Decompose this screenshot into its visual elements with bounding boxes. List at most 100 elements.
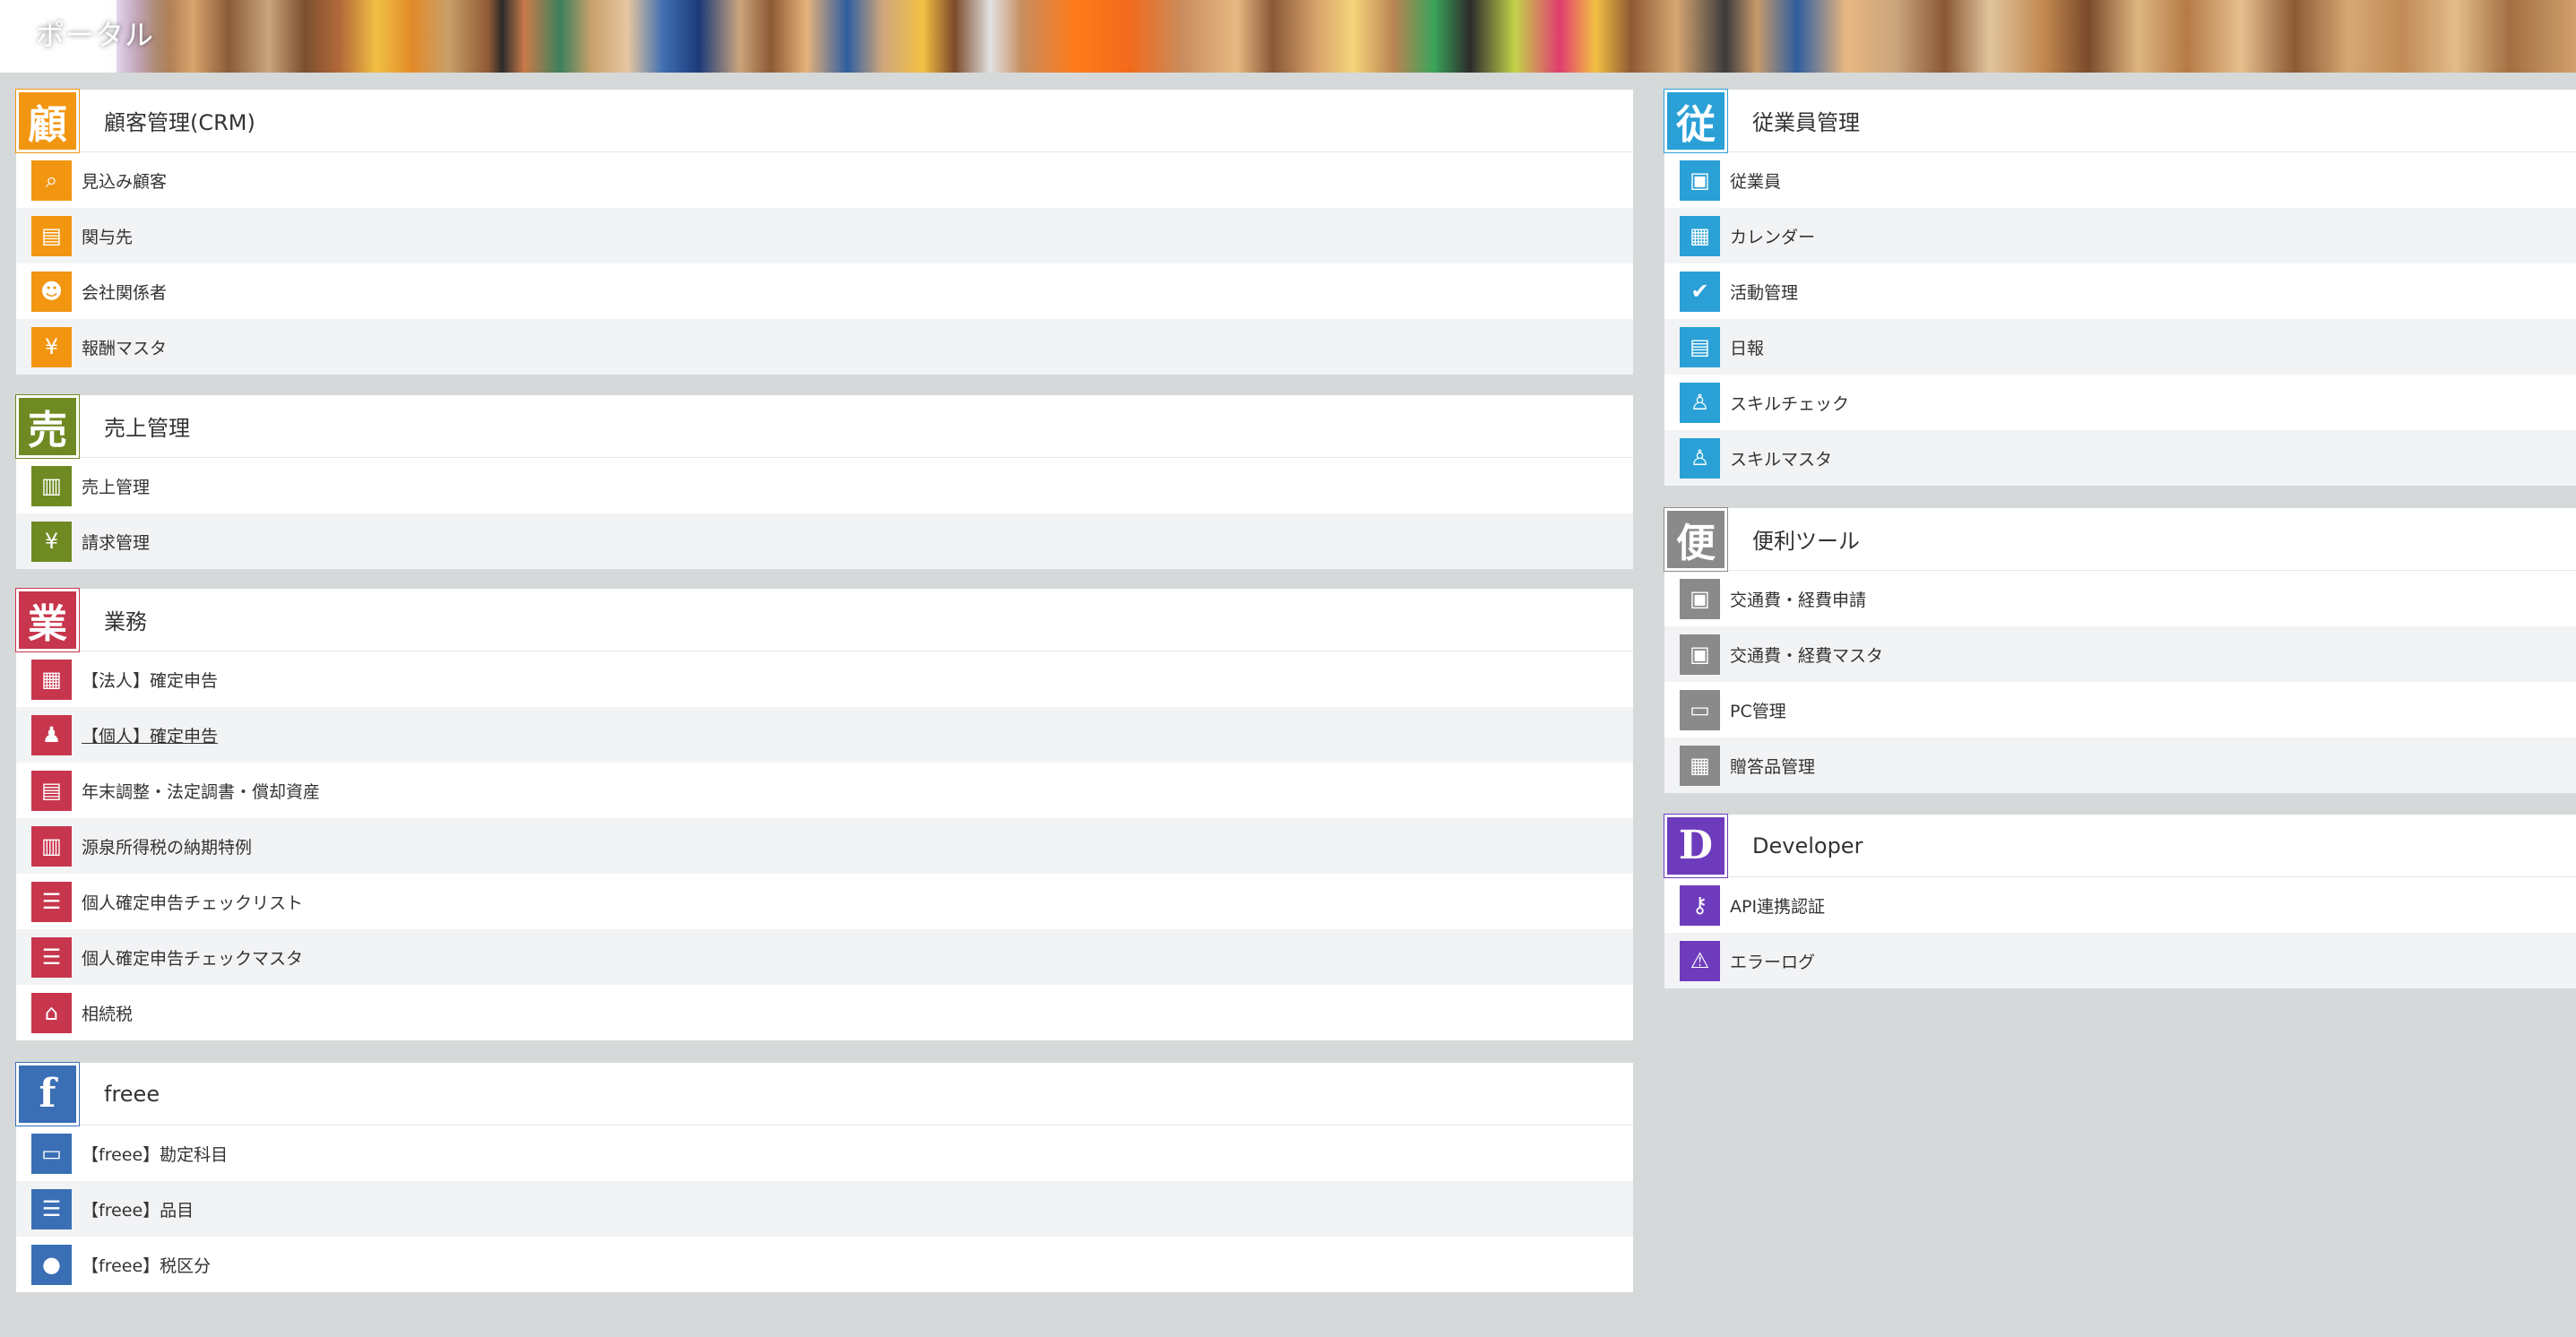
menu-item[interactable]: ▣ 従業員 xyxy=(1664,152,2576,208)
menu-item[interactable]: ▣ 交通費・経費申請 xyxy=(1664,571,2576,626)
panel-badge-icon: 従 xyxy=(1664,89,1727,152)
chart-icon: ▥ xyxy=(31,465,72,506)
menu-item[interactable]: ▤ 年末調整・法定調書・償却資産 xyxy=(16,763,1633,818)
train-master-icon: ▣ xyxy=(1680,634,1720,675)
panel-header: f freee xyxy=(16,1062,1633,1126)
menu-item[interactable]: ☰ 個人確定申告チェックマスタ xyxy=(16,929,1633,985)
menu-item-label[interactable]: 交通費・経費申請 xyxy=(1730,587,1866,611)
menu-item[interactable]: ⚠ エラーログ xyxy=(1664,933,2576,988)
menu-item[interactable]: ▤ 関与先 xyxy=(16,208,1633,263)
menu-item-label[interactable]: 相続税 xyxy=(82,1001,133,1025)
house-icon: ⌂ xyxy=(31,992,72,1033)
calendar-icon: ▦ xyxy=(1680,215,1720,256)
group-icon: ☻ xyxy=(31,271,72,312)
clipboard-stack-icon: ☰ xyxy=(31,936,72,978)
menu-item[interactable]: ▦ 【法人】確定申告 xyxy=(16,651,1633,707)
money-bag-icon: ¥ xyxy=(31,521,72,562)
reward-icon: ¥ xyxy=(31,326,72,367)
menu-item[interactable]: ¥ 請求管理 xyxy=(16,513,1633,569)
panel-right_panels-0: 従従業員管理 ▣ 従業員 ▦ カレンダー ✔ 活動管理 ▤ 日報 ♙ スキルチェック ♙ スキルマスタ xyxy=(1664,89,2576,486)
receipt-icon: ▥ xyxy=(31,825,72,867)
documents-icon: ▤ xyxy=(31,770,72,811)
panel-badge-icon: f xyxy=(16,1062,79,1126)
menu-item[interactable]: ● 【freee】税区分 xyxy=(16,1237,1633,1292)
menu-item[interactable]: ⌕ 見込み顧客 xyxy=(16,152,1633,208)
menu-item-label[interactable]: 年末調整・法定調書・償却資産 xyxy=(82,779,320,803)
menu-item[interactable]: ▦ カレンダー xyxy=(1664,208,2576,263)
panel-badge-icon: 業 xyxy=(16,588,79,651)
id-card-icon: ▣ xyxy=(1680,160,1720,201)
skill-check-icon: ♙ xyxy=(1680,382,1720,423)
panel-header: D Developer xyxy=(1664,814,2576,877)
menu-item[interactable]: ⚷ API連携認証 xyxy=(1664,877,2576,933)
menu-item-label[interactable]: エラーログ xyxy=(1730,949,1815,973)
panel-title: 従業員管理 xyxy=(1752,110,1860,135)
menu-item[interactable]: ✔ 活動管理 xyxy=(1664,263,2576,319)
menu-item-label[interactable]: スキルチェック xyxy=(1730,391,1849,415)
menu-item[interactable]: ▭ 【freee】勘定科目 xyxy=(16,1126,1633,1181)
menu-item[interactable]: ▤ 日報 xyxy=(1664,319,2576,375)
menu-item[interactable]: ☰ 個人確定申告チェックリスト xyxy=(16,874,1633,929)
menu-item-label[interactable]: 見込み顧客 xyxy=(82,168,167,193)
menu-item[interactable]: ☰ 【freee】品目 xyxy=(16,1181,1633,1237)
menu-item[interactable]: ▥ 源泉所得税の納期特例 xyxy=(16,818,1633,874)
menu-item-label[interactable]: 個人確定申告チェックマスタ xyxy=(82,945,303,970)
menu-item[interactable]: ▣ 交通費・経費マスタ xyxy=(1664,626,2576,682)
panel-title: 業務 xyxy=(104,609,147,634)
menu-item[interactable]: ☻ 会社関係者 xyxy=(16,263,1633,319)
personal-document-icon: ♟ xyxy=(31,714,72,755)
panel-right_panels-2: D Developer ⚷ API連携認証 ⚠ エラーログ xyxy=(1664,814,2576,988)
page-title: ポータル xyxy=(36,18,155,52)
menu-item-label[interactable]: 【freee】品目 xyxy=(82,1197,194,1221)
menu-item[interactable]: ⌂ 相続税 xyxy=(16,985,1633,1040)
panel-title: freee xyxy=(104,1081,160,1107)
warning-icon: ⚠ xyxy=(1680,940,1720,981)
panel-title: 便利ツール xyxy=(1752,529,1860,554)
corporate-document-icon: ▦ xyxy=(31,659,72,700)
menu-item-label[interactable]: 源泉所得税の納期特例 xyxy=(82,834,252,858)
panel-header: 便便利ツール xyxy=(1664,507,2576,571)
menu-item-label[interactable]: 【freee】税区分 xyxy=(82,1253,211,1277)
menu-item-label[interactable]: 報酬マスタ xyxy=(82,335,167,359)
panel-header: 従従業員管理 xyxy=(1664,89,2576,152)
menu-item-label[interactable]: 【法人】確定申告 xyxy=(82,668,218,692)
menu-item[interactable]: ▥ 売上管理 xyxy=(16,458,1633,513)
menu-item-label[interactable]: 会社関係者 xyxy=(82,280,167,304)
train-icon: ▣ xyxy=(1680,578,1720,619)
clipboard-icon: ☰ xyxy=(31,881,72,922)
building-icon: ▤ xyxy=(31,215,72,256)
panel-title: 売上管理 xyxy=(104,416,190,441)
menu-item-label[interactable]: PC管理 xyxy=(1730,698,1786,722)
panel-right_panels-1: 便便利ツール ▣ 交通費・経費申請 ▣ 交通費・経費マスタ ▭ PC管理 ▦ 贈答品管理 xyxy=(1664,507,2576,793)
menu-item-label[interactable]: スキルマスタ xyxy=(1730,446,1832,470)
panel-left_panels-2: 業業務 ▦ 【法人】確定申告 ♟ 【個人】確定申告 ▤ 年末調整・法定調書・償却資産 ▥ 源泉所… xyxy=(16,588,1633,1040)
menu-item-label[interactable]: 交通費・経費マスタ xyxy=(1730,643,1883,667)
menu-item[interactable]: ♙ スキルチェック xyxy=(1664,375,2576,430)
menu-item-label[interactable]: 活動管理 xyxy=(1730,280,1798,304)
menu-item[interactable]: ▦ 贈答品管理 xyxy=(1664,738,2576,793)
menu-item-label[interactable]: 請求管理 xyxy=(82,530,150,554)
menu-item-label[interactable]: 贈答品管理 xyxy=(1730,754,1815,778)
menu-item-label[interactable]: カレンダー xyxy=(1730,224,1815,248)
menu-item-label[interactable]: 関与先 xyxy=(82,224,133,248)
menu-item-label[interactable]: API連携認証 xyxy=(1730,893,1825,918)
panel-badge-icon: D xyxy=(1664,814,1727,877)
menu-item-label[interactable]: 【個人】確定申告 xyxy=(82,723,218,747)
menu-item-label[interactable]: 従業員 xyxy=(1730,168,1781,193)
panel-header: 業業務 xyxy=(16,588,1633,651)
search-person-icon: ⌕ xyxy=(31,160,72,201)
menu-item-label[interactable]: 【freee】勘定科目 xyxy=(82,1142,228,1166)
menu-item[interactable]: ¥ 報酬マスタ xyxy=(16,319,1633,375)
menu-item-label[interactable]: 個人確定申告チェックリスト xyxy=(82,890,303,914)
menu-item-label[interactable]: 売上管理 xyxy=(82,474,150,498)
gift-icon: ▦ xyxy=(1680,745,1720,786)
panel-left_panels-1: 売売上管理 ▥ 売上管理 ¥ 請求管理 xyxy=(16,394,1633,569)
report-icon: ▤ xyxy=(1680,326,1720,367)
panel-badge-icon: 便 xyxy=(1664,507,1727,571)
menu-item[interactable]: ▭ PC管理 xyxy=(1664,682,2576,738)
menu-item-label[interactable]: 日報 xyxy=(1730,335,1764,359)
ledger-icon: ▭ xyxy=(31,1133,72,1174)
menu-item[interactable]: ♟ 【個人】確定申告 xyxy=(16,707,1633,763)
menu-item[interactable]: ♙ スキルマスタ xyxy=(1664,430,2576,486)
tax-icon: ● xyxy=(31,1244,72,1285)
